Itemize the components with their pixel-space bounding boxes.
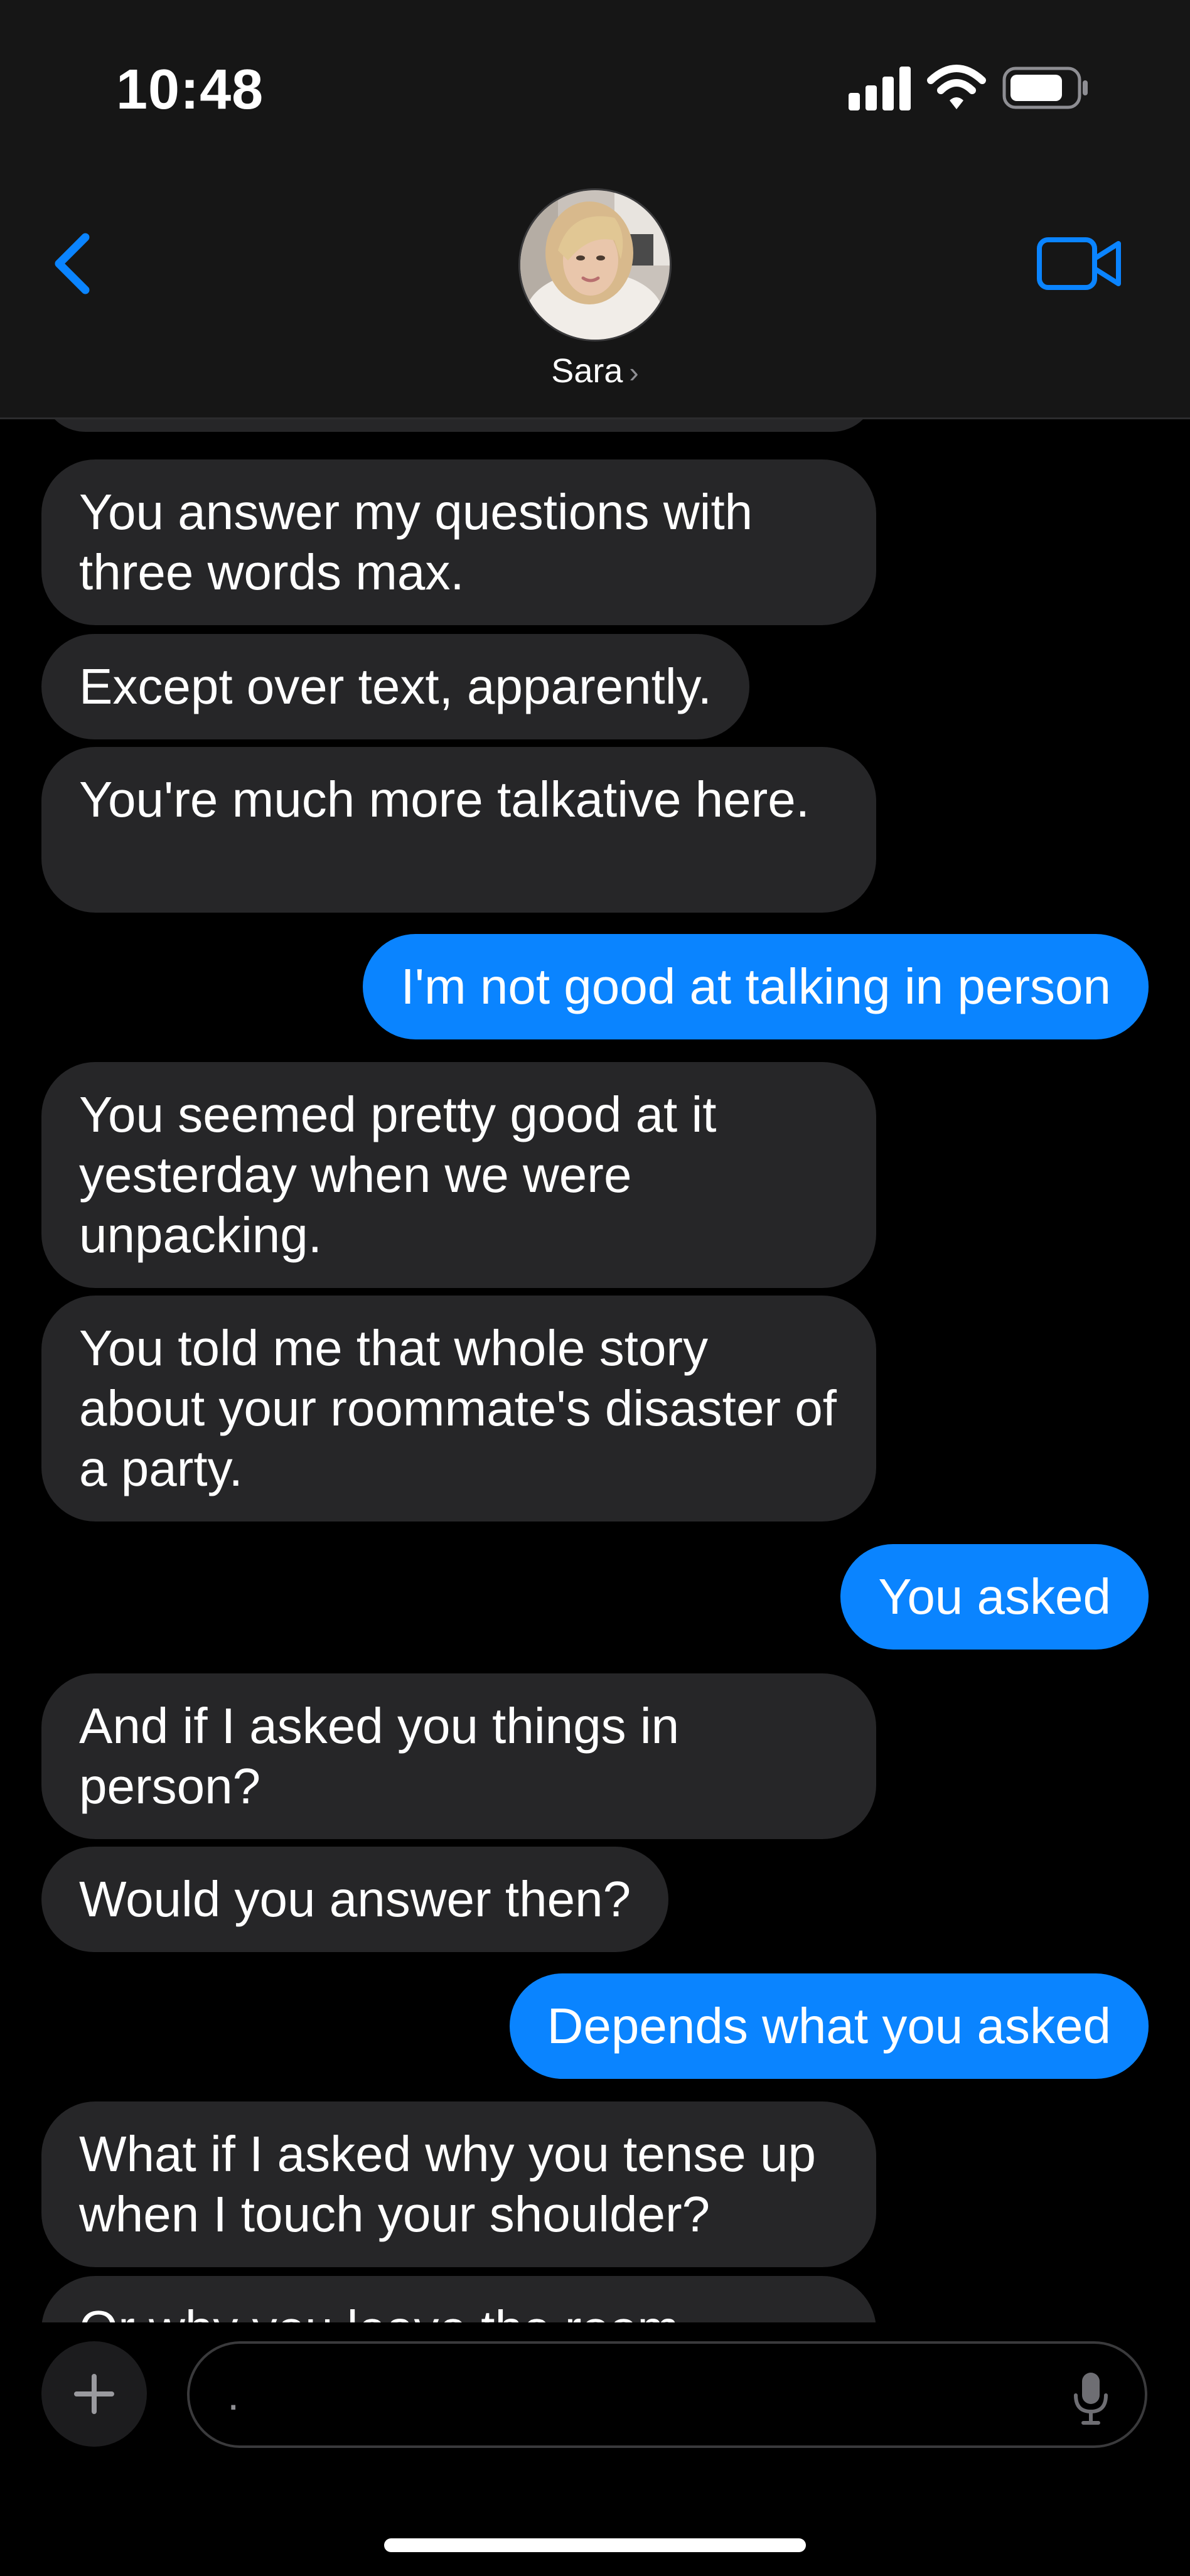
avatar [518,188,672,341]
message-bubble-incoming[interactable]: And if I asked you things in person? [41,1673,876,1839]
message-bubble-outgoing[interactable]: Depends what you asked [509,1973,1182,2080]
battery-icon [1002,67,1088,109]
add-attachment-button[interactable] [41,2341,147,2447]
microphone-icon[interactable] [1072,2371,1110,2425]
message-bubble-outgoing[interactable]: I'm not good at talking in person [363,934,1181,1041]
message-input[interactable]: . [187,2341,1147,2448]
message-bubble-incoming[interactable] [41,419,876,432]
home-indicator[interactable] [384,2538,806,2552]
contact-header-button[interactable]: Sara › [469,182,721,408]
video-call-button[interactable] [1036,232,1123,295]
message-input-value: . [227,2370,240,2419]
message-bubble-incoming[interactable]: Except over text, apparently. [41,634,749,739]
contact-photo [520,190,670,340]
message-bubble-incoming[interactable]: You're much more talkative here. [9,747,876,914]
back-button[interactable] [44,226,100,301]
contact-name-row: Sara › [469,352,721,390]
composer-bar: . [0,2322,1190,2576]
chevron-left-icon [55,233,90,294]
contact-name: Sara [551,352,623,390]
message-bubble-outgoing[interactable]: You asked [840,1544,1181,1651]
message-bubble-incoming[interactable]: Would you answer then? [8,1847,669,1953]
wifi-icon [927,65,986,109]
plus-icon [74,2374,114,2414]
chevron-right-icon: › [629,356,639,389]
message-bubble-incoming[interactable]: You told me that whole story about your … [9,1296,876,1523]
message-list[interactable]: You answer my questions with three words… [0,419,1190,2322]
message-bubble-incoming[interactable]: Or why you leave the room [41,2276,876,2322]
status-time: 10:48 [116,58,264,121]
cellular-signal-icon [849,67,911,110]
message-bubble-incoming[interactable]: What if I asked why you tense up when I … [41,2101,876,2267]
message-bubble-incoming[interactable]: You seemed pretty good at it yesterday w… [41,1062,876,1288]
message-bubble-incoming[interactable]: You answer my questions with three words… [41,459,876,625]
conversation-header: 10:48 Sara › [0,0,1190,419]
video-camera-icon [1037,237,1121,290]
